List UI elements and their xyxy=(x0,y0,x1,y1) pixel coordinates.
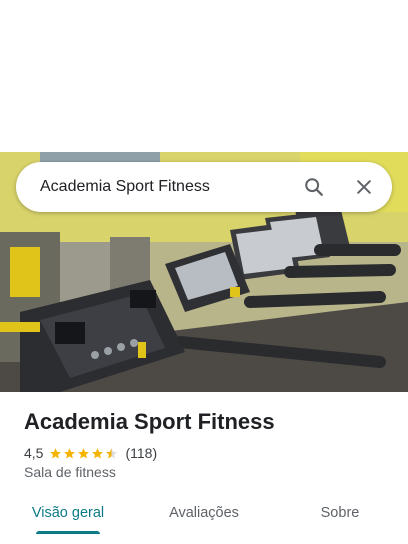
place-info: Academia Sport Fitness 4,5 (118) Sala de… xyxy=(24,408,394,480)
search-button[interactable] xyxy=(294,167,334,207)
close-icon xyxy=(357,180,371,194)
clear-search-button[interactable] xyxy=(344,167,384,207)
tab-reviews[interactable]: Avaliações xyxy=(136,496,272,536)
star-icon xyxy=(78,447,90,458)
rating-stars xyxy=(49,447,119,460)
star-icon xyxy=(64,447,76,458)
review-count[interactable]: (118) xyxy=(125,445,157,461)
place-tabs: Visão geral Avaliações Sobre xyxy=(0,496,408,536)
place-title: Academia Sport Fitness xyxy=(24,409,275,434)
rating-row[interactable]: 4,5 (118) xyxy=(24,445,394,461)
place-details-panel: Academia Sport Fitness Academia Sport Fi… xyxy=(0,0,408,544)
rating-value: 4,5 xyxy=(24,445,44,461)
star-icon xyxy=(92,447,104,458)
place-category[interactable]: Sala de fitness xyxy=(24,464,394,480)
star-half-icon xyxy=(106,447,118,458)
star-icon xyxy=(50,447,62,458)
tab-overview[interactable]: Visão geral xyxy=(0,496,136,536)
search-input[interactable]: Academia Sport Fitness xyxy=(40,178,294,196)
tab-about[interactable]: Sobre xyxy=(272,496,408,536)
search-icon xyxy=(305,178,323,196)
search-bar[interactable]: Academia Sport Fitness xyxy=(16,162,392,212)
